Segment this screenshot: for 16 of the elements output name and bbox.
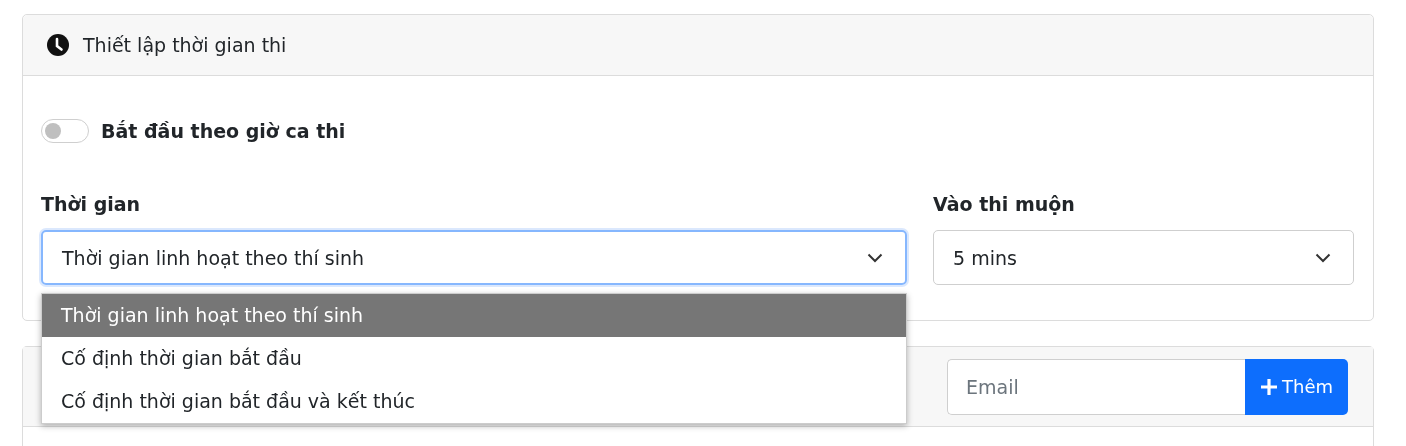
dropdown-option[interactable]: Cố định thời gian bắt đầu bbox=[42, 337, 906, 380]
select-field[interactable]: Thời gian linh hoạt theo thí sinh bbox=[41, 230, 907, 285]
plus-icon bbox=[1260, 377, 1278, 396]
field-label: Thời gian bbox=[41, 192, 142, 216]
field-label: Vào thi muộn bbox=[933, 192, 1076, 216]
select-field[interactable]: 5 mins bbox=[933, 230, 1354, 285]
add-button[interactable]: Thêm bbox=[1245, 358, 1348, 415]
section-title: Thiết lập thời gian thi bbox=[83, 34, 287, 56]
dropdown-option[interactable]: Thời gian linh hoạt theo thí sinh bbox=[42, 294, 906, 337]
email-field[interactable]: Email bbox=[947, 358, 1245, 415]
chevron-down-icon bbox=[1315, 252, 1331, 263]
toggle-switch[interactable] bbox=[41, 119, 89, 143]
toggle-label: Bắt đầu theo giờ ca thi bbox=[101, 120, 346, 142]
clock-icon bbox=[47, 34, 69, 56]
dropdown-option[interactable]: Cố định thời gian bắt đầu và kết thúc bbox=[42, 380, 906, 423]
chevron-down-icon bbox=[867, 252, 883, 263]
